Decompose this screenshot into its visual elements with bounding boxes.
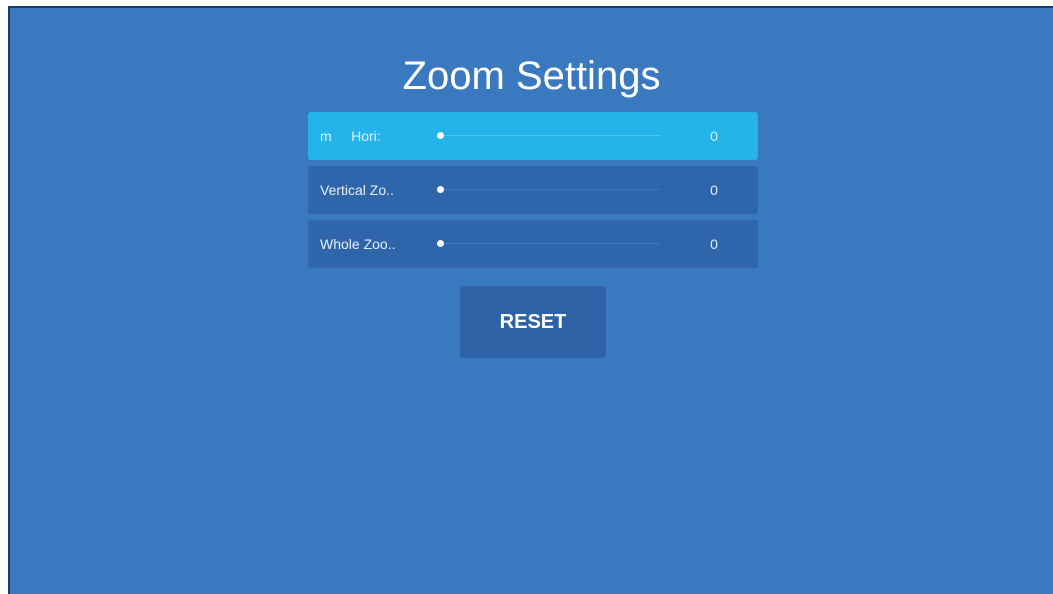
horizontal-zoom-slider-track[interactable] [440, 135, 660, 136]
page-title: Zoom Settings [402, 54, 661, 98]
whole-zoom-label: Whole Zoo.. [320, 236, 396, 252]
zoom-settings-screen: Zoom Settings m Hori: 0 Vertical Zo.. 0 … [8, 6, 1053, 594]
whole-zoom-value: 0 [710, 236, 718, 252]
horizontal-zoom-row[interactable]: m Hori: 0 [308, 112, 758, 160]
vertical-zoom-label: Vertical Zo.. [320, 182, 394, 198]
horizontal-zoom-label: m Hori: [320, 128, 381, 144]
vertical-zoom-row[interactable]: Vertical Zo.. 0 [308, 166, 758, 214]
horizontal-zoom-slider-thumb[interactable] [437, 132, 444, 139]
vertical-zoom-slider-thumb[interactable] [437, 186, 444, 193]
vertical-zoom-value: 0 [710, 182, 718, 198]
vertical-zoom-slider-track[interactable] [440, 189, 660, 190]
reset-button[interactable]: RESET [460, 286, 606, 358]
whole-zoom-slider-thumb[interactable] [437, 240, 444, 247]
whole-zoom-row[interactable]: Whole Zoo.. 0 [308, 220, 758, 268]
horizontal-zoom-value: 0 [710, 128, 718, 144]
whole-zoom-slider-track[interactable] [440, 243, 660, 244]
